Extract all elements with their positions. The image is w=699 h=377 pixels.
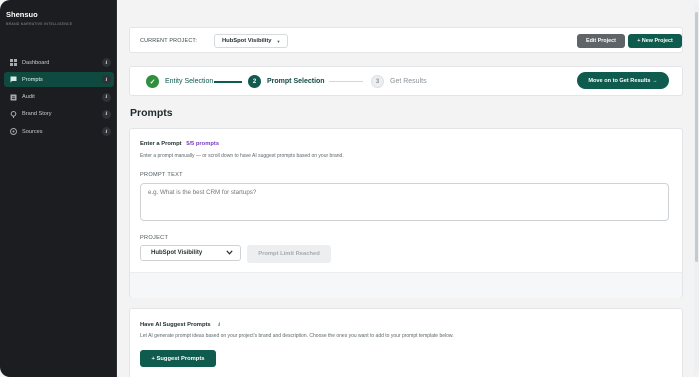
info-icon[interactable]: i	[102, 109, 111, 119]
sidebar-item-prompts[interactable]: Prompts i	[4, 72, 114, 88]
info-icon[interactable]: i	[102, 127, 111, 137]
sidebar-item-label: Dashboard	[22, 59, 50, 66]
current-project-label: CURRENT PROJECT:	[140, 38, 198, 44]
suggest-title-text: Have AI Suggest Prompts	[140, 321, 211, 328]
info-icon[interactable]: i	[102, 75, 111, 85]
sidebar-nav: Dashboard i Prompts i Audit i Brand Stor…	[4, 55, 114, 141]
project-bar: CURRENT PROJECT: HubSpot Visibility ▼ Ed…	[129, 27, 683, 53]
chat-icon	[10, 76, 17, 83]
prompt-form-title: Enter a Prompt 5/5 prompts	[140, 141, 219, 147]
sidebar-item-label: Prompts	[22, 76, 43, 83]
sidebar-item-label: Sources	[22, 128, 43, 135]
sidebar: Shensuo BRAND NARRATIVE INTELLIGENCE Das…	[0, 0, 116, 377]
step-label: Entity Selection	[165, 78, 214, 85]
sidebar-item-brand-story[interactable]: Brand Story i	[4, 107, 114, 122]
step-connector	[329, 81, 363, 82]
new-project-button[interactable]: + New Project	[628, 34, 682, 48]
project-select[interactable]: HubSpot Visibility	[140, 245, 241, 261]
step-connector	[214, 81, 242, 83]
app-window: Shensuo BRAND NARRATIVE INTELLIGENCE Das…	[0, 0, 699, 377]
step-label: Prompt Selection	[267, 78, 325, 85]
stepper: ✓ Entity Selection 2 Prompt Selection 3 …	[129, 66, 683, 96]
prompt-form-footer	[130, 272, 682, 298]
step-prompt-selection[interactable]: 2 Prompt Selection	[248, 75, 325, 88]
step-number: 2	[248, 75, 261, 88]
prompt-text-input[interactable]	[140, 183, 669, 221]
prompt-form-title-text: Enter a Prompt	[140, 141, 182, 147]
scrollbar[interactable]	[694, 0, 699, 377]
brand-name: Shensuo	[6, 10, 38, 19]
main-content: CURRENT PROJECT: HubSpot Visibility ▼ Ed…	[117, 0, 699, 377]
step-get-results[interactable]: 3 Get Results	[371, 75, 427, 88]
sidebar-item-dashboard[interactable]: Dashboard i	[4, 55, 114, 70]
info-icon[interactable]: i	[216, 321, 223, 328]
suggest-prompts-button[interactable]: + Suggest Prompts	[140, 350, 216, 367]
page-title: Prompts	[130, 107, 173, 119]
step-label: Get Results	[390, 78, 427, 85]
brand: Shensuo BRAND NARRATIVE INTELLIGENCE	[6, 10, 72, 26]
project-selector[interactable]: HubSpot Visibility ▼	[214, 34, 289, 48]
grid-icon	[10, 59, 17, 66]
prompt-form: Enter a Prompt 5/5 prompts Enter a promp…	[129, 128, 683, 298]
prompt-limit-button[interactable]: Prompt Limit Reached	[247, 245, 331, 263]
sidebar-item-label: Brand Story	[22, 111, 52, 118]
sidebar-item-sources[interactable]: Sources i	[4, 124, 114, 139]
sidebar-item-label: Audit	[22, 94, 35, 101]
move-on-button[interactable]: Move on to Get Results →	[577, 72, 669, 89]
suggest-subtitle: Let AI generate prompt ideas based on yo…	[140, 333, 454, 339]
prompt-form-subtitle: Enter a prompt manually — or scroll down…	[140, 153, 344, 159]
clipboard-icon	[10, 94, 17, 101]
globe-icon	[10, 128, 17, 136]
info-icon[interactable]: i	[102, 92, 111, 102]
step-number: 3	[371, 75, 384, 88]
step-entity-selection[interactable]: ✓ Entity Selection	[146, 75, 213, 88]
selected-project: HubSpot Visibility	[222, 38, 272, 44]
project-label: PROJECT	[140, 235, 169, 241]
pin-icon	[10, 110, 17, 118]
check-icon: ✓	[146, 75, 159, 88]
brand-tagline: BRAND NARRATIVE INTELLIGENCE	[6, 22, 73, 26]
caret-down-icon: ▼	[276, 38, 281, 44]
project-select-value: HubSpot Visibility	[151, 250, 203, 256]
sidebar-item-audit[interactable]: Audit i	[4, 90, 114, 105]
scrollbar-thumb[interactable]	[695, 12, 698, 262]
suggest-title: Have AI Suggest Prompts i	[140, 321, 223, 328]
chevron-down-icon	[226, 250, 233, 257]
edit-project-button[interactable]: Edit Project	[577, 34, 625, 48]
prompt-count-badge: 5/5 prompts	[186, 141, 220, 147]
info-icon[interactable]: i	[102, 58, 111, 67]
suggest-prompts-panel: Have AI Suggest Prompts i Let AI generat…	[129, 308, 683, 377]
prompt-text-label: PROMPT TEXT	[140, 172, 183, 178]
